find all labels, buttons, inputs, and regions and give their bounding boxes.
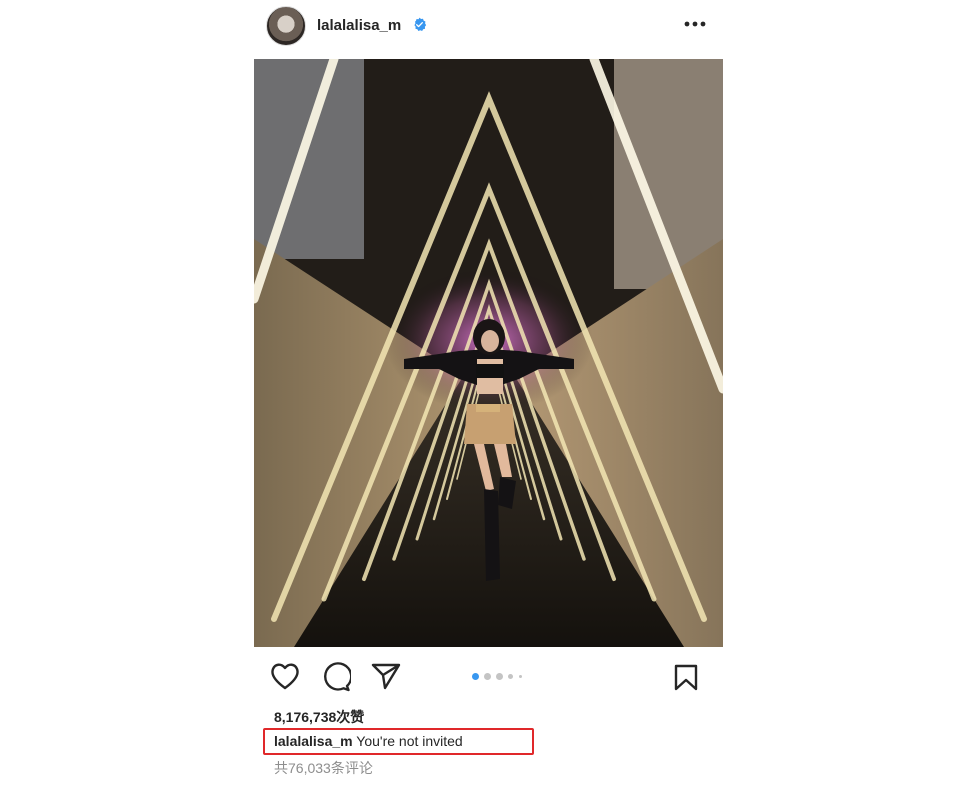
post-photo[interactable] [254, 59, 723, 647]
caption-username[interactable]: lalalalisa_m [274, 733, 353, 749]
carousel-dot [508, 674, 513, 679]
carousel-dot [496, 673, 503, 680]
likes-count[interactable]: 8,176,738次赞 [274, 707, 364, 727]
instagram-post: lalalalisa_m 8,176,738次赞 lalalalisa_m Yo… [254, 0, 723, 786]
carousel-dot-active [472, 673, 479, 680]
send-icon[interactable] [371, 662, 401, 690]
post-caption: lalalalisa_m You're not invited [274, 733, 463, 749]
more-horizontal-icon[interactable] [684, 20, 706, 28]
post-username[interactable]: lalalalisa_m [317, 17, 401, 34]
caption-text: You're not invited [356, 733, 463, 749]
verified-badge-icon [414, 17, 427, 31]
view-comments-link[interactable]: 共76,033条评论 [274, 758, 373, 778]
post-actions-bar [254, 658, 723, 698]
carousel-indicator [472, 673, 532, 681]
bookmark-icon[interactable] [674, 664, 698, 691]
post-header: lalalalisa_m [254, 0, 723, 58]
carousel-dot [519, 675, 522, 678]
avatar[interactable] [266, 6, 306, 46]
carousel-dot [484, 673, 491, 680]
comment-icon[interactable] [321, 662, 351, 692]
tunnel-photo-illustration [254, 59, 723, 647]
heart-icon[interactable] [270, 662, 300, 690]
